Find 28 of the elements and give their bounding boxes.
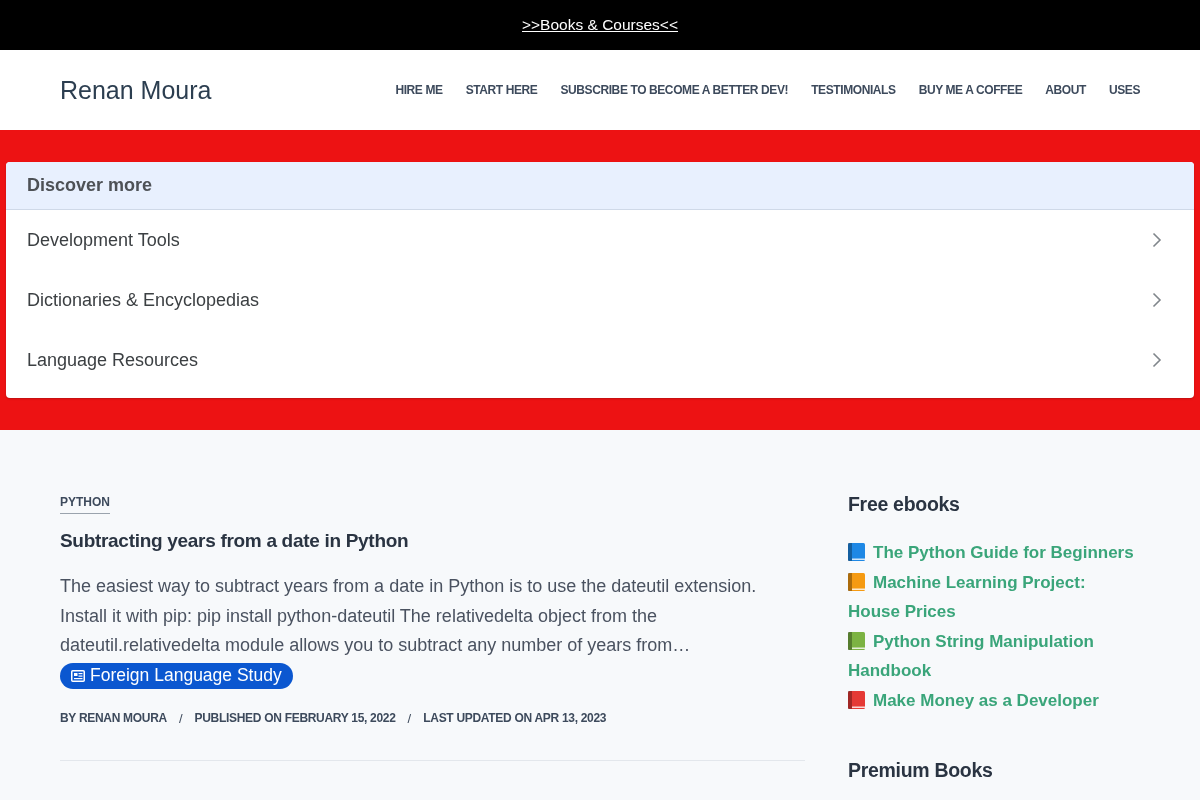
tag-chip[interactable]: Foreign Language Study	[60, 662, 293, 689]
post-meta-text: LAST UPDATED ON APR 13, 2023	[423, 711, 607, 725]
meta-separator: /	[178, 710, 183, 726]
meta-separator: /	[407, 710, 412, 726]
nav-link[interactable]: SUBSCRIBE TO BECOME A BETTER DEV!	[560, 83, 789, 97]
chevron-right-icon	[1152, 352, 1162, 368]
category-link[interactable]: PYTHON	[60, 495, 110, 514]
panel-title: Discover more	[27, 175, 153, 196]
site-title[interactable]: Renan Moura	[60, 75, 212, 105]
nav-link[interactable]: HIRE ME	[395, 83, 443, 97]
sidebar-heading: Free ebooks	[848, 492, 961, 516]
nav-link[interactable]: TESTIMONIALS	[811, 83, 896, 97]
discover-item[interactable]: Language Resources	[6, 330, 1194, 390]
nav-link[interactable]: ABOUT	[1045, 83, 1086, 97]
nav-link[interactable]: BUY ME A COFFEE	[918, 83, 1023, 97]
discover-item[interactable]: Development Tools	[6, 210, 1194, 270]
chevron-right-icon	[1152, 232, 1162, 248]
post-meta-text: BY RENAN MOURA	[60, 711, 167, 725]
post-title[interactable]: Subtracting years from a date in Python	[60, 530, 805, 552]
sidebar-heading: Premium Books	[848, 757, 994, 782]
discover-item[interactable]: Dictionaries & Encyclopedias	[6, 270, 1194, 330]
post-meta-text: PUBLISHED ON FEBRUARY 15, 2022	[194, 711, 396, 725]
banner-link[interactable]: >>Books & Courses<<	[522, 16, 678, 34]
post-excerpt: The easiest way to subtract years from a date in Python is to use the dateutil extension. Install it with pip: pip install python-dateutil The relativedelta object from the dateutil.relativedelta module allows you to subtract any number of years from…	[60, 575, 758, 657]
nav-link[interactable]: USES	[1108, 83, 1140, 97]
nav-link[interactable]: START HERE	[465, 83, 538, 97]
chevron-right-icon	[1152, 292, 1162, 308]
article-icon	[71, 669, 85, 682]
